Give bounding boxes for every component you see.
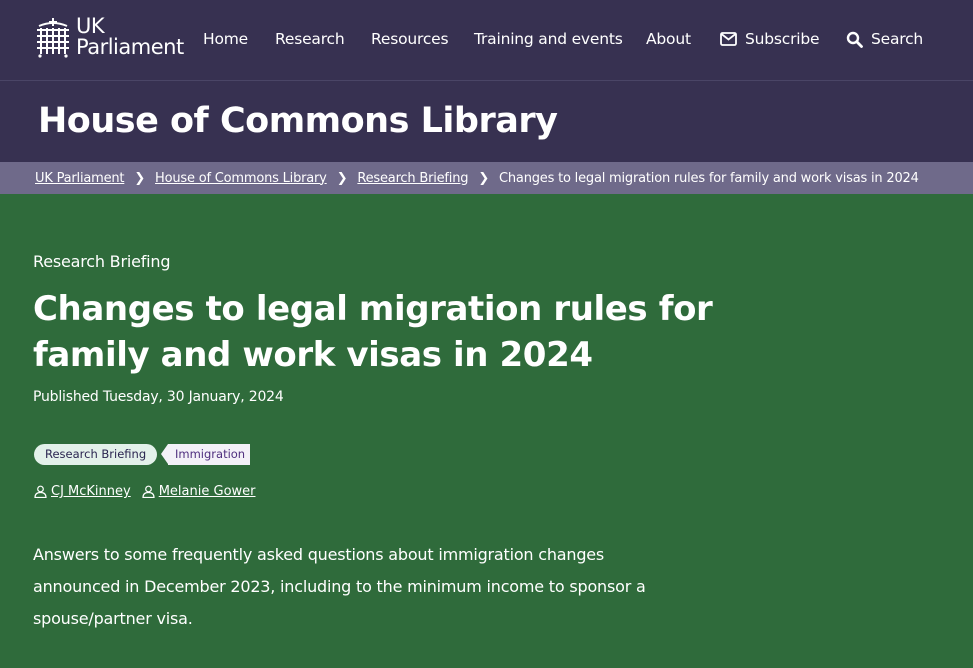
logo-line2: Parliament: [76, 35, 184, 59]
nav-resources[interactable]: Resources: [371, 29, 449, 49]
person-icon: [142, 485, 155, 498]
uk-parliament-logo[interactable]: UK Parliament: [34, 16, 184, 58]
subscribe-label: Subscribe: [745, 30, 820, 48]
portcullis-icon: [37, 18, 69, 58]
tag-research-briefing[interactable]: Research Briefing: [34, 444, 158, 465]
content-type-label: Research Briefing: [33, 252, 171, 271]
envelope-icon: [720, 32, 737, 46]
logo-text: UK Parliament: [76, 16, 184, 58]
search-label: Search: [871, 30, 924, 48]
magnifier-icon: [846, 31, 863, 48]
author-link[interactable]: Melanie Gower: [142, 484, 256, 499]
search-button[interactable]: Search: [846, 29, 923, 49]
nav-research[interactable]: Research: [275, 29, 345, 49]
top-navigation: UK Parliament Home Research Resources Tr…: [0, 0, 973, 80]
author-name: CJ McKinney: [51, 484, 131, 499]
chevron-right-icon: ❯: [478, 170, 490, 186]
breadcrumb: UK Parliament ❯ House of Commons Library…: [0, 162, 973, 194]
nav-training-and-events[interactable]: Training and events: [474, 29, 623, 49]
article-header: Research Briefing Changes to legal migra…: [0, 194, 973, 668]
subscribe-button[interactable]: Subscribe: [720, 29, 820, 49]
breadcrumb-current-page: Changes to legal migration rules for fam…: [499, 170, 919, 186]
breadcrumb-research-briefing[interactable]: Research Briefing: [357, 171, 468, 186]
author-name: Melanie Gower: [158, 484, 256, 499]
person-icon: [34, 485, 47, 498]
library-title[interactable]: House of Commons Library: [38, 99, 558, 143]
author-list: CJ McKinney Melanie Gower: [34, 484, 267, 499]
breadcrumb-uk-parliament[interactable]: UK Parliament: [35, 171, 125, 186]
nav-home[interactable]: Home: [203, 29, 248, 49]
nav-about[interactable]: About: [646, 29, 691, 49]
author-link[interactable]: CJ McKinney: [34, 484, 131, 499]
chevron-right-icon: ❯: [134, 170, 146, 186]
chevron-right-icon: ❯: [336, 170, 348, 186]
breadcrumb-commons-library[interactable]: House of Commons Library: [155, 171, 327, 186]
logo-line1: UK: [76, 14, 105, 38]
library-banner: House of Commons Library: [0, 81, 973, 162]
published-date: Published Tuesday, 30 January, 2024: [33, 389, 284, 405]
article-summary: Answers to some frequently asked questio…: [33, 545, 646, 628]
page-title: Changes to legal migration rules for fam…: [33, 289, 713, 375]
tag-immigration[interactable]: Immigration: [160, 444, 251, 465]
